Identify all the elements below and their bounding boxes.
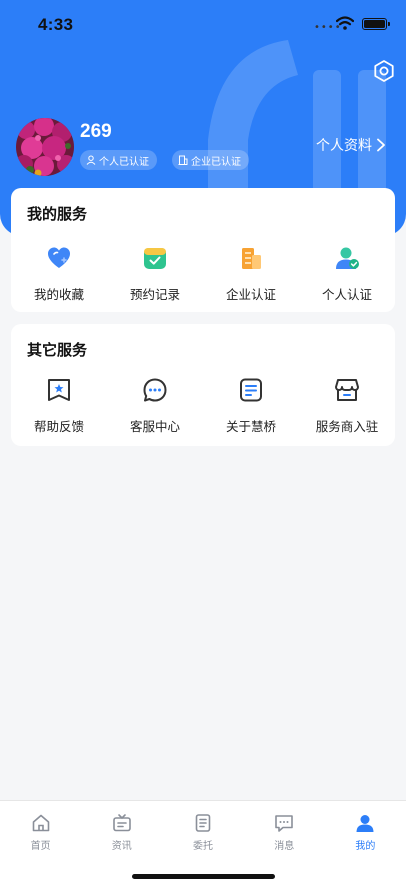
building-outline-icon (178, 155, 188, 165)
company-verified-badge: 企业已认证 (172, 150, 249, 170)
brand-watermark-icon (208, 40, 386, 210)
news-icon (112, 814, 131, 832)
tab-mine[interactable]: 我的 (325, 801, 406, 888)
personal-verified-label: 个人已认证 (99, 156, 149, 168)
person-outline-icon (86, 155, 96, 165)
service-label: 我的收藏 (33, 287, 84, 302)
service-label: 帮助反馈 (33, 419, 84, 434)
service-provider-join[interactable]: 服务商入驻 (299, 376, 395, 435)
tab-label: 委托 (193, 841, 213, 852)
battery-icon (362, 18, 390, 30)
status-time: 4:33 (38, 15, 74, 34)
message-icon (275, 815, 294, 832)
avatar[interactable] (16, 118, 74, 176)
my-services-card: 我的服务 我的收藏 预约记录 企业认证 个人认证 (11, 188, 395, 312)
company-verified-label: 企业已认证 (191, 156, 241, 168)
service-label: 预约记录 (129, 287, 180, 302)
service-customer-center[interactable]: 客服中心 (107, 376, 203, 435)
heart-icon (48, 247, 70, 268)
user-name: 269 (80, 121, 112, 142)
tab-label: 首页 (30, 841, 51, 852)
tab-home[interactable]: 首页 (0, 801, 81, 888)
chat-bubble-icon (143, 378, 167, 402)
document-icon (240, 378, 262, 402)
feedback-icon (48, 379, 70, 401)
home-indicator (132, 874, 275, 879)
service-label: 企业认证 (225, 287, 276, 302)
my-services-title: 我的服务 (27, 205, 88, 223)
service-label: 客服中心 (129, 419, 180, 434)
service-about[interactable]: 关于慧桥 (203, 376, 299, 435)
tab-label: 我的 (355, 841, 376, 852)
user-icon (356, 815, 374, 832)
service-label: 服务商入驻 (315, 419, 379, 434)
home-icon (32, 814, 49, 832)
service-label: 关于慧桥 (225, 419, 276, 434)
chevron-right-icon (377, 138, 385, 152)
service-appointments[interactable]: 预约记录 (107, 244, 203, 303)
service-favorites[interactable]: 我的收藏 (11, 244, 107, 303)
settings-icon[interactable] (372, 59, 396, 83)
other-services-card: 其它服务 帮助反馈 客服中心 关于慧桥 服务商入驻 (11, 324, 395, 446)
clipboard-icon (195, 814, 211, 832)
calendar-check-icon (144, 248, 166, 269)
profile-link[interactable]: 个人资料 (316, 135, 386, 155)
personal-verified-badge: 个人已认证 (80, 150, 157, 170)
tab-label: 资讯 (111, 841, 132, 852)
store-icon (335, 379, 359, 401)
service-company-verify[interactable]: 企业认证 (203, 244, 299, 303)
other-services-title: 其它服务 (27, 341, 88, 359)
profile-link-label: 个人资料 (316, 138, 372, 154)
tab-label: 消息 (274, 841, 295, 852)
building-icon (242, 248, 261, 269)
service-personal-verify[interactable]: 个人认证 (299, 244, 395, 303)
user-verified-icon (336, 247, 359, 269)
service-label: 个人认证 (321, 287, 372, 302)
avatar-flowers-image (16, 118, 74, 176)
status-bar: 4:33 •••• (0, 0, 406, 48)
service-help-feedback[interactable]: 帮助反馈 (11, 376, 107, 435)
wifi-icon (336, 16, 354, 30)
